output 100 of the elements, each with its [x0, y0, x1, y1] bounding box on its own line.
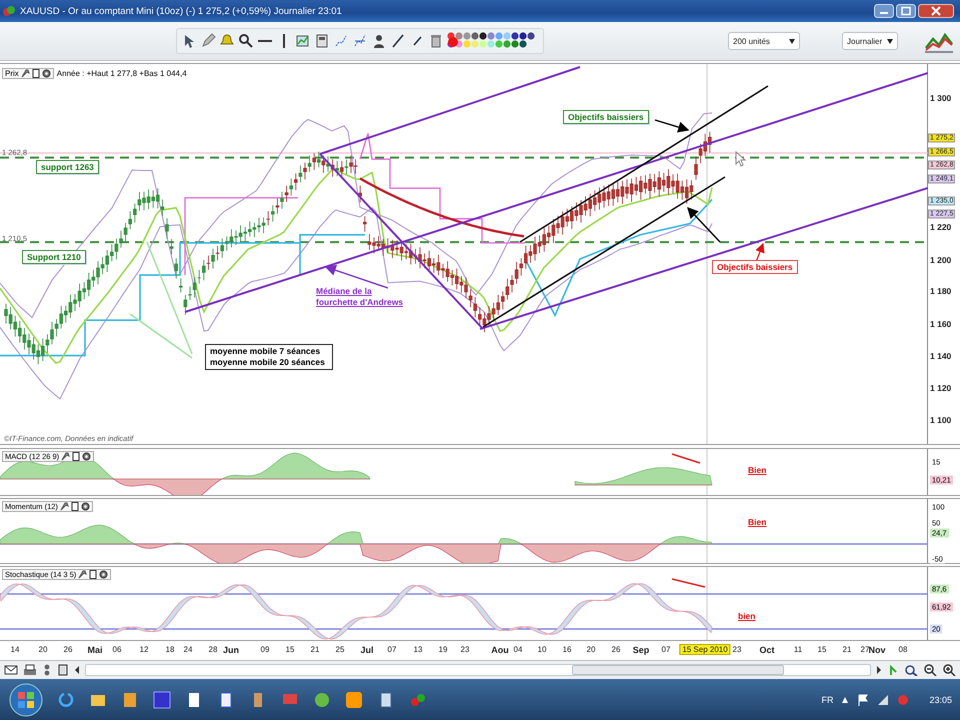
- axis-label: 1 180: [930, 286, 952, 296]
- arrow: [687, 206, 720, 242]
- clock[interactable]: 23:05: [929, 695, 952, 705]
- diagonal-line-icon[interactable]: [390, 33, 406, 49]
- date-label: 08: [898, 645, 908, 654]
- scrollbar[interactable]: [85, 664, 871, 676]
- arrow: [324, 264, 388, 289]
- annotation-label: Bien: [748, 465, 766, 475]
- date-label: 06: [112, 645, 122, 654]
- page-icon[interactable]: [89, 570, 98, 579]
- gear-icon[interactable]: [99, 570, 108, 579]
- date-label: 13: [414, 645, 422, 654]
- gear-icon[interactable]: [80, 502, 90, 511]
- date-label: 11: [794, 645, 802, 654]
- date-label: 14: [10, 645, 20, 654]
- chart-icon[interactable]: [295, 33, 311, 49]
- date-label: 27: [860, 645, 870, 654]
- scatter-icon[interactable]: [333, 33, 349, 49]
- axis-label: 1 140: [930, 351, 952, 361]
- date-label: 23: [732, 645, 742, 654]
- caret-icon: [789, 38, 795, 44]
- date-label: Aou: [491, 645, 509, 655]
- date-label: 09: [260, 645, 270, 654]
- scroll-right-icon[interactable]: [876, 664, 882, 676]
- dropdown[interactable]: Journalier: [842, 32, 898, 50]
- date-label: Jun: [223, 645, 239, 655]
- language-indicator[interactable]: FR: [821, 695, 834, 705]
- scroll-left-icon[interactable]: [74, 664, 80, 676]
- window-title: XAUUSD - Or au comptant Mini (10oz) (-) 1 275,2 (+0,59%) Journalier 23:01: [20, 6, 343, 16]
- date-label: 04: [514, 645, 522, 654]
- annotation-link[interactable]: Médiane de la fourchette d'Andrews: [316, 286, 406, 308]
- minimize-icon[interactable]: [874, 4, 894, 18]
- mouse-pointer-icon: [736, 150, 746, 167]
- date-label: 18: [166, 645, 174, 654]
- date-label: 19: [438, 645, 448, 654]
- axis-label: 1 100: [930, 415, 952, 425]
- close-icon[interactable]: [918, 4, 954, 18]
- wrench-icon[interactable]: [60, 502, 69, 511]
- date-label: 12: [140, 645, 148, 654]
- date-label: 28: [208, 645, 218, 654]
- app-icon: [2, 4, 16, 18]
- date-label: 07: [388, 645, 396, 654]
- annotation-label: Objectifs baissiers: [712, 260, 798, 274]
- dots-icon[interactable]: [42, 664, 52, 676]
- annotation-label: support 1263: [36, 160, 99, 174]
- zoom-icon[interactable]: [238, 33, 254, 49]
- date-label: 20: [586, 645, 596, 654]
- date-label: Oct: [760, 645, 774, 655]
- printer-icon[interactable]: [23, 664, 37, 676]
- date-label: 15 Sep 2010: [679, 644, 731, 655]
- envelope-icon[interactable]: [4, 664, 18, 676]
- date-label: 24: [184, 645, 192, 654]
- annotation-label: Support 1210: [22, 250, 86, 264]
- wrench-icon[interactable]: [61, 452, 70, 461]
- trash-icon[interactable]: [428, 33, 444, 49]
- signal-icon[interactable]: [877, 694, 890, 706]
- range-text: Année : +Haut 1 277,8 +Bas 1 044,4: [56, 69, 187, 78]
- date-label: 21: [842, 645, 852, 654]
- calculator-icon[interactable]: [314, 33, 330, 49]
- annotation-label: bien: [738, 611, 756, 621]
- axis-label: 1 300: [930, 93, 952, 103]
- date-label: 07: [662, 645, 670, 654]
- flag-icon[interactable]: [857, 694, 870, 706]
- annotation-label: Bien: [748, 517, 766, 527]
- date-label: 10: [538, 645, 546, 654]
- annotation-label: Objectifs baissiers: [563, 110, 649, 124]
- axis-label: 1 160: [930, 319, 952, 329]
- arrow: [654, 119, 690, 133]
- arrow: [755, 242, 764, 262]
- pencil-icon[interactable]: [200, 33, 216, 49]
- page-icon[interactable]: [70, 502, 79, 511]
- axis-label: 1 200: [930, 255, 952, 265]
- date-label: 15: [286, 645, 294, 654]
- date-label: Jul: [360, 645, 374, 655]
- date-label: Mai: [88, 645, 102, 655]
- zoom-fit-icon[interactable]: [904, 664, 918, 676]
- maximize-icon[interactable]: [896, 4, 916, 18]
- date-label: Sep: [632, 645, 650, 655]
- wrench-icon[interactable]: [78, 570, 88, 579]
- page-icon[interactable]: [72, 452, 80, 461]
- date-label: 23: [460, 645, 470, 654]
- date-label: 20: [38, 645, 48, 654]
- pointer-icon[interactable]: [887, 664, 899, 676]
- date-label: 15: [818, 645, 826, 654]
- date-label: 26: [612, 645, 620, 654]
- date-label: 16: [562, 645, 572, 654]
- wrench-icon[interactable]: [20, 69, 30, 78]
- person-icon[interactable]: [371, 33, 387, 49]
- date-label: 26: [64, 645, 72, 654]
- gear-icon[interactable]: [82, 452, 92, 461]
- annotation-note: moyenne mobile 7 séances moyenne mobile 20 séances: [205, 344, 333, 370]
- calculator-icon[interactable]: [57, 664, 69, 676]
- page-icon[interactable]: [32, 69, 40, 78]
- gear-icon[interactable]: [42, 69, 51, 78]
- up-arrow-icon[interactable]: [841, 696, 850, 704]
- dropdown[interactable]: 200 unités: [728, 32, 800, 50]
- date-label: Nov: [868, 645, 886, 655]
- zoom-out-icon[interactable]: [923, 664, 937, 676]
- scatter-icon[interactable]: [352, 33, 368, 49]
- zoom-in-icon[interactable]: [942, 664, 956, 676]
